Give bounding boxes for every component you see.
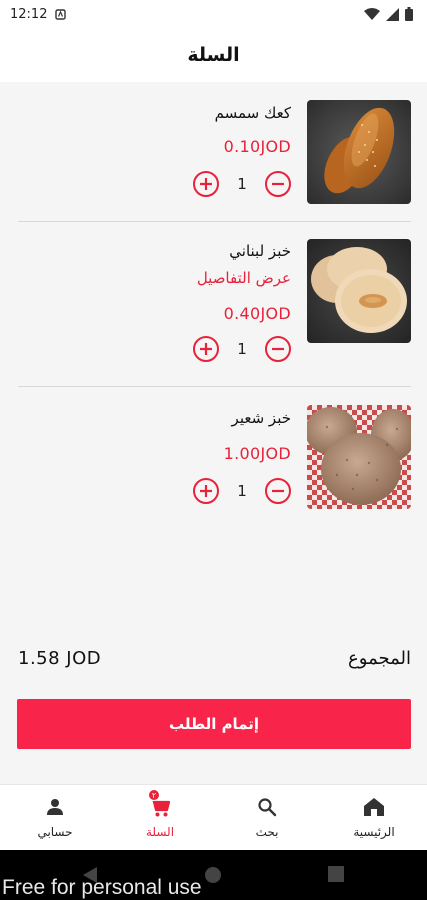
cart-icon: ٢: [148, 789, 172, 819]
quantity-stepper: 1: [193, 170, 291, 198]
status-right: [364, 7, 413, 21]
nav-home[interactable]: الرئيسية: [329, 795, 419, 839]
status-time: 12:12: [10, 6, 48, 22]
plus-icon: [200, 343, 212, 355]
nav-search-label: بحث: [255, 825, 279, 839]
cart-badge: ٢: [148, 789, 160, 801]
home-system-button[interactable]: [204, 866, 222, 888]
barley-bread-image: [307, 405, 411, 509]
decrease-quantity-button[interactable]: [265, 336, 291, 362]
recents-button[interactable]: [328, 866, 344, 886]
quantity-stepper: 1: [193, 477, 291, 505]
search-icon: [255, 795, 279, 819]
square-icon: [328, 866, 344, 882]
total-row: 1.58 JOD المجموع: [18, 645, 411, 671]
view-details-link[interactable]: عرض التفاصيل: [197, 269, 291, 287]
minus-icon: [272, 347, 284, 351]
total-label: المجموع: [348, 647, 411, 669]
wifi-icon: [364, 8, 380, 20]
quantity-value: 1: [237, 482, 247, 500]
item-name: خبز لبناني: [229, 242, 291, 260]
lebanese-bread-image: [307, 239, 411, 343]
decrease-quantity-button[interactable]: [265, 478, 291, 504]
item-price: 0.10JOD: [223, 137, 291, 156]
increase-quantity-button[interactable]: [193, 171, 219, 197]
plus-icon: [200, 485, 212, 497]
increase-quantity-button[interactable]: [193, 478, 219, 504]
item-name: كعك سمسم: [214, 104, 291, 122]
nav-account-label: حسابي: [37, 825, 73, 839]
nav-cart-label: السلة: [145, 825, 175, 839]
sesame-bread-image: [307, 100, 411, 204]
status-bar: 12:12: [0, 0, 427, 28]
home-icon: [362, 795, 386, 819]
circle-icon: [205, 867, 221, 883]
nav-account[interactable]: حسابي: [10, 795, 100, 839]
increase-quantity-button[interactable]: [193, 336, 219, 362]
page-title: السلة: [187, 44, 240, 66]
notification-icon: [55, 8, 67, 20]
divider: [18, 386, 411, 387]
battery-icon: [405, 7, 413, 21]
minus-icon: [272, 489, 284, 493]
nav-cart[interactable]: ٢ السلة: [115, 789, 205, 839]
nav-home-label: الرئيسية: [353, 825, 395, 839]
decrease-quantity-button[interactable]: [265, 171, 291, 197]
watermark: Free for personal use: [2, 876, 202, 899]
total-value: 1.58 JOD: [18, 647, 102, 669]
quantity-value: 1: [237, 175, 247, 193]
quantity-value: 1: [237, 340, 247, 358]
person-icon: [43, 795, 67, 819]
status-left: 12:12: [10, 6, 67, 22]
divider: [18, 221, 411, 222]
quantity-stepper: 1: [193, 335, 291, 363]
item-price: 0.40JOD: [223, 304, 291, 323]
bottom-nav: حسابي ٢ السلة بحث الرئيسية: [0, 784, 427, 850]
minus-icon: [272, 182, 284, 186]
plus-icon: [200, 178, 212, 190]
signal-icon: [386, 7, 399, 21]
item-price: 1.00JOD: [223, 444, 291, 463]
app-header: السلة: [0, 28, 427, 82]
item-name: خبز شعير: [231, 409, 291, 427]
checkout-button[interactable]: إتمام الطلب: [17, 699, 411, 749]
nav-search[interactable]: بحث: [222, 795, 312, 839]
